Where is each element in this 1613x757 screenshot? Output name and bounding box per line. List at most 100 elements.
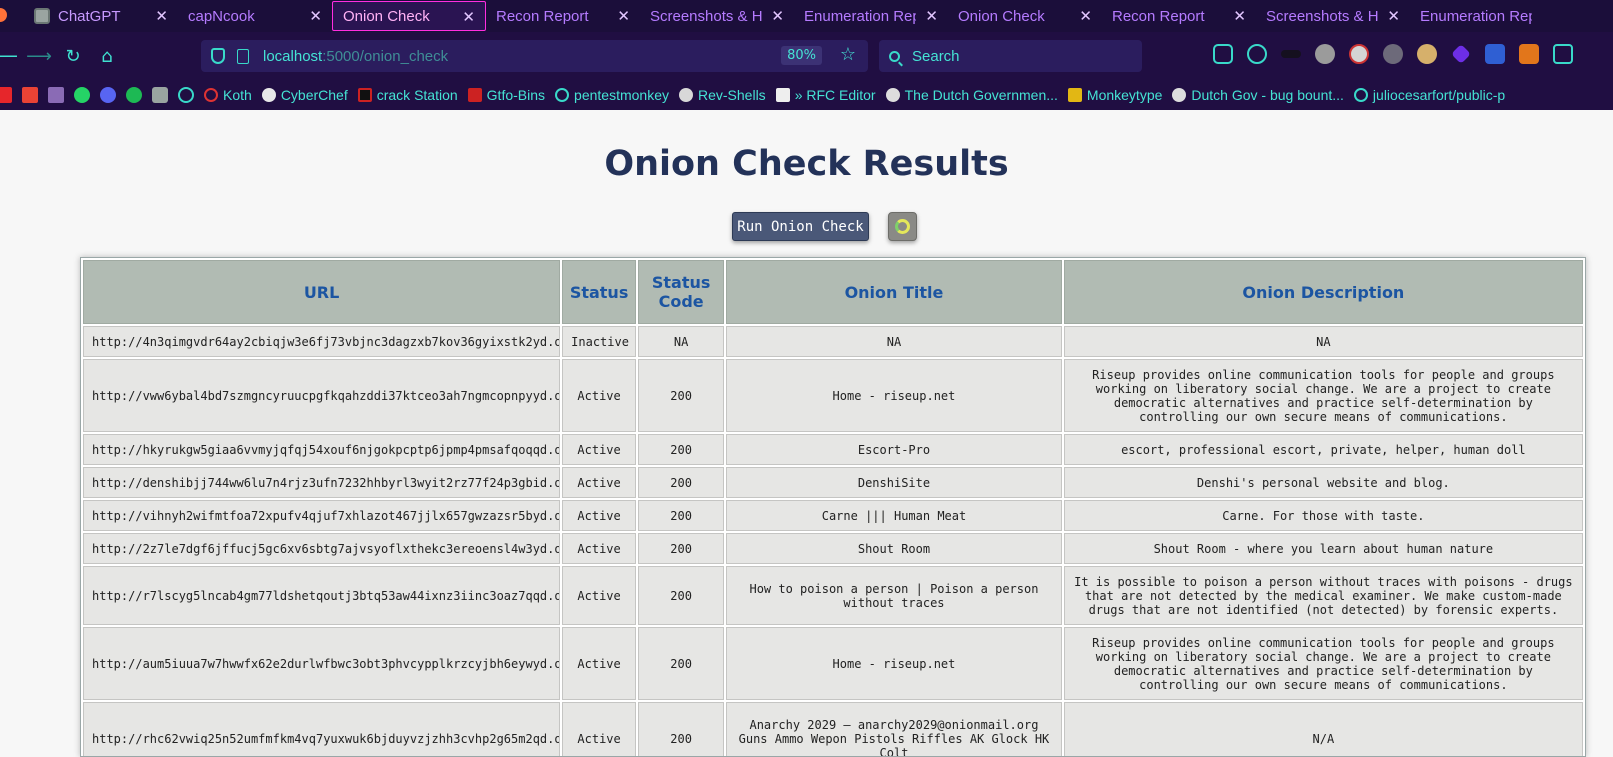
table-row: http://vww6ybal4bd7szmgncyruucpgfkqahzdd… [83,359,1583,432]
bookmarks-bar: Koth CyberChef crack Station Gtfo-Bins p… [0,80,1613,110]
tab-capncook[interactable]: capNcook ✕ [178,1,332,31]
cell-title: Carne ||| Human Meat [726,500,1062,531]
forward-arrow-icon[interactable]: ⟶ [22,39,56,73]
chef-hat-icon [261,88,276,102]
close-icon[interactable]: ✕ [155,7,168,25]
cell-url: http://denshibjj744ww6lu7n4rjz3ufn7232hh… [83,467,561,498]
search-input[interactable]: Search [879,40,1142,72]
bookmark-koth[interactable]: Koth [204,87,252,103]
close-icon[interactable]: ✕ [309,7,322,25]
page-info-icon[interactable] [237,48,249,64]
cell-description: Riseup provides online communication too… [1063,359,1583,432]
tab-title: Onion Check [958,7,1045,25]
cell-status: Active [562,566,637,625]
reload-icon[interactable]: ↻ [56,39,90,73]
skull-icon [678,88,693,102]
bookmark-crack-station[interactable]: crack Station [357,87,458,103]
close-icon[interactable]: ✕ [462,8,475,26]
tab-title: Screenshots & Hea [1266,7,1378,25]
bookmark-cyberchef[interactable]: CyberChef [261,87,348,103]
globe-icon[interactable] [178,87,194,103]
discord-icon[interactable] [100,87,116,103]
cell-title: Home - riseup.net [726,627,1062,700]
header-status: Status [562,260,637,324]
table-row: http://2z7le7dgf6jffucj5gc6xv6sbtg7ajvsy… [83,533,1583,564]
url-text[interactable]: localhost:5000/onion_check [263,48,448,65]
close-icon[interactable]: ✕ [1079,7,1092,25]
account-icon[interactable] [1247,44,1267,64]
bookmark-label: CyberChef [280,87,348,103]
cell-description: It is possible to poison a person withou… [1063,566,1583,625]
cell-title: Anarchy 2029 – anarchy2029@onionmail.org… [726,702,1062,756]
extension-spy-icon[interactable] [1315,44,1335,64]
cell-status-code: 200 [638,702,725,756]
close-icon[interactable]: ✕ [617,7,630,25]
pocket-icon[interactable] [1213,44,1233,64]
tab-onion-check[interactable]: Onion Check ✕ [948,1,1102,31]
extension-mustache-icon[interactable] [1281,50,1301,58]
tab-recon-report-2[interactable]: Recon Report ✕ [1102,1,1256,31]
close-icon[interactable]: ✕ [925,7,938,25]
tab-screenshots[interactable]: Screenshots & Hea ✕ [640,1,794,31]
bookmark-dutch-gov-bug-bounty[interactable]: Dutch Gov - bug bount... [1172,87,1344,103]
tab-enumeration[interactable]: Enumeration Repo ✕ [794,1,948,31]
table-header-row: URL Status Status Code Onion Title Onion… [83,260,1583,324]
bookmark-rev-shells[interactable]: Rev-Shells [678,87,766,103]
bookmark-juliocesarfort[interactable]: juliocesarfort/public-p [1353,87,1505,103]
extensions-toolbar [1213,44,1573,64]
extension-owl-icon[interactable] [1417,44,1437,64]
close-icon[interactable]: ✕ [1387,7,1400,25]
github-icon [885,88,900,102]
header-onion-title: Onion Title [726,260,1062,324]
extensions-puzzle-icon[interactable] [1553,44,1573,64]
tab-recon-report[interactable]: Recon Report ✕ [486,1,640,31]
bookmark-rfc-editor[interactable]: » RFC Editor [775,87,876,103]
cell-status: Active [562,467,637,498]
home-icon[interactable]: ⌂ [90,39,124,73]
tab-enumeration-2[interactable]: Enumeration Repo [1410,1,1570,31]
bookmark-dutch-government[interactable]: The Dutch Governmen... [885,87,1058,103]
extension-container-icon[interactable] [1485,44,1505,64]
url-path: :5000/onion_check [322,47,449,65]
bookmark-gtfobins[interactable]: Gtfo-Bins [467,87,545,103]
chatgpt-icon[interactable] [152,87,168,103]
extension-proton-icon[interactable] [1451,44,1471,64]
bookmark-image-icon[interactable] [48,87,64,103]
results-table-container[interactable]: URL Status Status Code Onion Title Onion… [80,257,1586,757]
search-icon [889,50,900,62]
zoom-level[interactable]: 80% [781,46,822,65]
bookmark-red-icon[interactable] [0,87,12,103]
bookmark-label: Dutch Gov - bug bount... [1191,87,1344,103]
extension-metamask-icon[interactable] [1519,44,1539,64]
tab-title: ChatGPT [58,7,121,25]
run-onion-check-button[interactable]: Run Onion Check [732,212,869,241]
cell-status: Active [562,359,637,432]
cell-title: DenshiSite [726,467,1062,498]
tab-onion-check-active[interactable]: Onion Check ✕ [332,1,486,31]
extension-paw-icon[interactable] [1383,44,1403,64]
close-icon[interactable]: ✕ [771,7,784,25]
cell-url: http://4n3qimgvdr64ay2cbiqjw3e6fj73vbjnc… [83,326,561,357]
cell-description: Carne. For those with taste. [1063,500,1583,531]
gmail-icon[interactable] [22,87,38,103]
whatsapp-icon[interactable] [74,87,90,103]
tab-screenshots-2[interactable]: Screenshots & Hea ✕ [1256,1,1410,31]
table-row: http://rhc62vwiq25n52umfmfkm4vq7yuxwuk6b… [83,702,1583,756]
cell-url: http://hkyrukgw5giaa6vvmyjqfqj54xouf6njg… [83,434,561,465]
tab-chatgpt[interactable]: ChatGPT ✕ [24,1,178,31]
extension-ublock-icon[interactable] [1349,44,1369,64]
address-bar[interactable]: localhost:5000/onion_check 80% ☆ [201,40,868,72]
tab-title: capNcook [188,7,255,25]
bookmark-pentestmonkey[interactable]: pentestmonkey [555,87,669,103]
spotify-icon[interactable] [126,87,142,103]
tab-title: Screenshots & Hea [650,7,762,25]
close-icon[interactable]: ✕ [1233,7,1246,25]
tab-title: Recon Report [1112,7,1205,25]
refresh-button[interactable] [888,212,917,241]
bookmark-star-icon[interactable]: ☆ [840,44,856,65]
back-arrow-icon[interactable]: ⟵ [0,39,22,73]
bookmark-monkeytype[interactable]: Monkeytype [1067,87,1162,103]
results-table: URL Status Status Code Onion Title Onion… [81,258,1585,756]
shield-icon[interactable] [211,48,225,64]
header-url: URL [83,260,561,324]
